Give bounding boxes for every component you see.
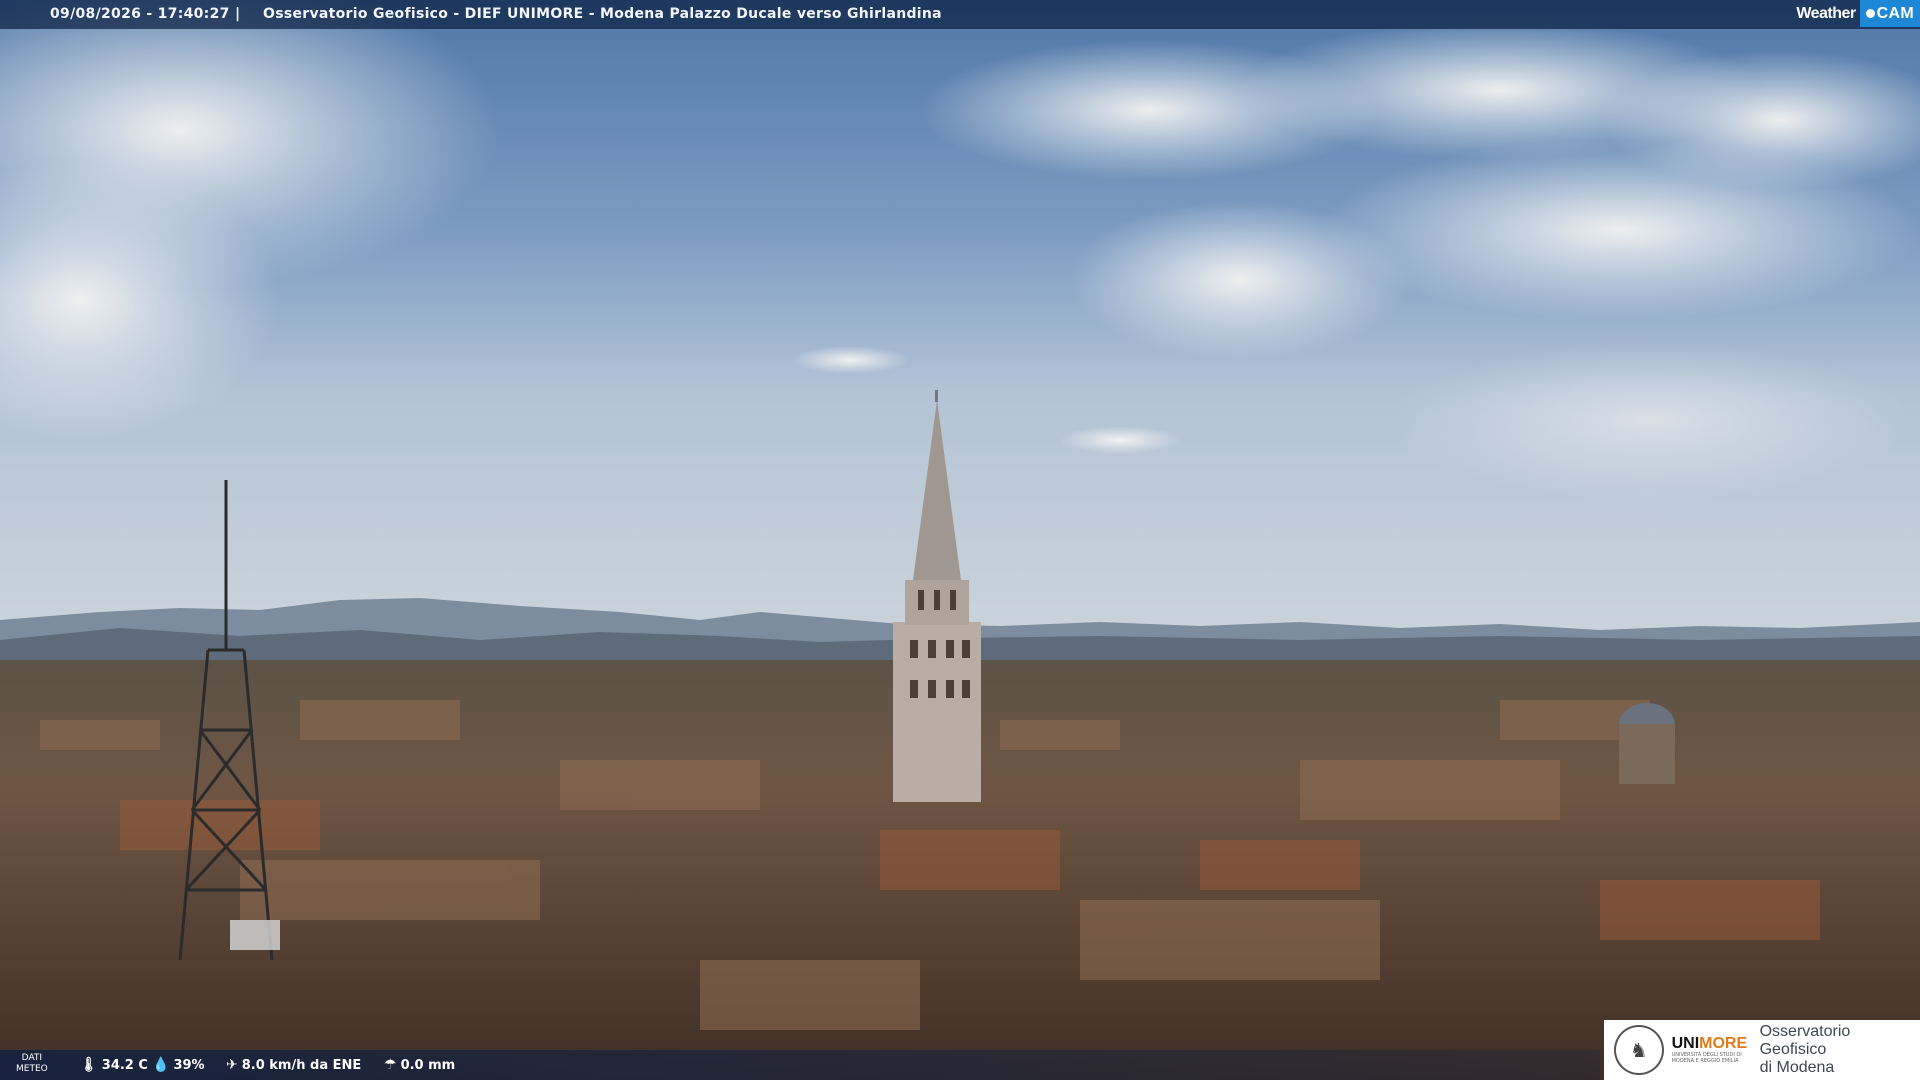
unimore-subtitle: UNIVERSITÀ DEGLI STUDI DI MODENA E REGGI… [1671, 1052, 1742, 1064]
camera-title: Osservatorio Geofisico - DIEF UNIMORE - … [263, 6, 942, 22]
wind-reading: ✈ 8.0 km/h da ENE [226, 1057, 361, 1073]
rain-gauge-icon: ☂ [384, 1057, 397, 1073]
observatory-name: Osservatorio Geofisico di Modena [1760, 1023, 1920, 1077]
title-separator: | [235, 6, 241, 22]
weathercam-logo-weather: Weather [1796, 4, 1856, 22]
weather-label: DATI METEO [16, 1053, 48, 1075]
weather-label-line1: DATI [21, 1053, 43, 1063]
university-seal-icon: ♞ [1614, 1025, 1664, 1075]
weathercam-logo-cam-text: CAM [1876, 4, 1914, 22]
camera-lens-icon [1865, 9, 1875, 18]
unimore-name-uni: UNI [1671, 1035, 1700, 1052]
unimore-name: UNIMORE [1672, 1036, 1748, 1052]
wind-icon: ✈ [226, 1057, 238, 1073]
unimore-wordmark: UNIMORE UNIVERSITÀ DEGLI STUDI DI MODENA… [1671, 1036, 1748, 1065]
wind-value: 8.0 km/h da ENE [241, 1057, 362, 1073]
weathercam-logo-cam: CAM [1859, 0, 1920, 27]
rain-value: 0.0 mm [400, 1057, 456, 1073]
observatory-name-line2: di Modena [1759, 1059, 1835, 1076]
humidity-value: 39% [173, 1057, 205, 1073]
top-overlay-bar: 09/08/2026 - 17:40:27 | Osservatorio Geo… [0, 0, 1920, 29]
rain-reading: ☂ 0.0 mm [384, 1057, 455, 1073]
droplet-icon: 💧 [152, 1057, 170, 1073]
temperature-reading: 🌡 34.2 C [80, 1057, 148, 1073]
thermometer-icon: 🌡 [80, 1057, 98, 1073]
observatory-name-line1: Osservatorio Geofisico [1759, 1023, 1851, 1058]
weather-label-line2: METEO [16, 1064, 48, 1074]
temperature-value: 34.2 C [101, 1057, 148, 1073]
weathercam-logo[interactable]: Weather CAM [1792, 0, 1920, 27]
humidity-reading: 💧 39% [152, 1057, 205, 1073]
unimore-name-more: MORE [1699, 1035, 1748, 1052]
timestamp: 09/08/2026 - 17:40:27 [50, 6, 230, 22]
webcam-scene [0, 0, 1920, 1080]
unimore-logo-panel[interactable]: ♞ UNIMORE UNIVERSITÀ DEGLI STUDI DI MODE… [1604, 1020, 1920, 1080]
weather-data-bar: DATI METEO 🌡 34.2 C 💧 39% ✈ 8.0 km/h da … [0, 1050, 1600, 1080]
